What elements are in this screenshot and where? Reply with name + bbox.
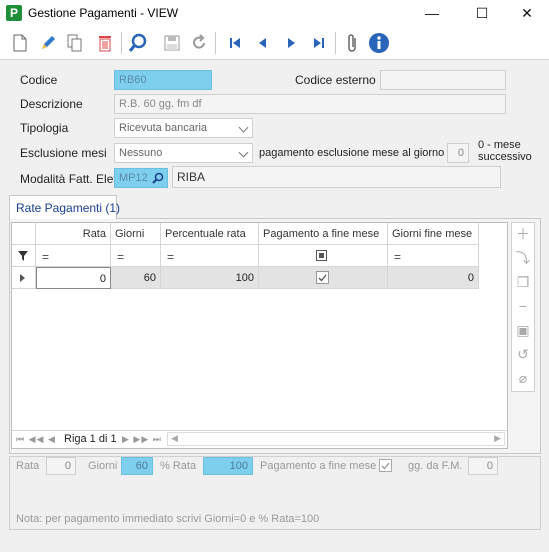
cell-giorni[interactable]: 60 (111, 267, 161, 289)
horizontal-scrollbar[interactable]: ◀ ▶ (167, 432, 505, 446)
filter-cell-fine-mese[interactable] (259, 245, 388, 267)
esclusione-value: Nessuno (119, 147, 163, 159)
filter-cell-giorni[interactable]: = (111, 245, 161, 267)
filter-checkbox[interactable] (316, 250, 327, 261)
first-record-icon[interactable] (224, 32, 246, 54)
delete-icon[interactable] (94, 32, 116, 54)
save-icon[interactable] (161, 32, 183, 54)
next-record-icon[interactable] (280, 32, 302, 54)
cell-fine-mese[interactable] (259, 267, 388, 289)
save-row-icon[interactable]: ▣ (512, 319, 534, 341)
info-icon[interactable] (368, 32, 390, 54)
modalita-description-field: RIBA (172, 166, 501, 188)
title-bar: P Gestione Pagamenti - VIEW — ☐ ✕ (0, 0, 549, 26)
new-icon[interactable] (9, 32, 31, 54)
codice-esterno-label: Codice esterno (295, 73, 376, 87)
esclusione-label: Esclusione mesi (20, 146, 107, 160)
codice-field[interactable]: RB60 (114, 70, 212, 90)
chevron-down-icon (238, 122, 249, 133)
app-logo-icon: P (6, 5, 22, 21)
copy-row-icon[interactable]: ❐ (512, 271, 534, 293)
checkmark-icon (381, 462, 390, 470)
pager-text: Riga 1 di 1 (64, 433, 117, 445)
toolbar (0, 26, 549, 60)
tipologia-label: Tipologia (20, 121, 69, 135)
pager-first-prev-icon[interactable]: ⏮ ◀◀ ◀ (16, 434, 56, 445)
undo-icon[interactable] (188, 32, 210, 54)
undo-row-icon[interactable]: ↺ (512, 343, 534, 365)
gg-fm-field[interactable]: 0 (468, 457, 498, 475)
last-record-icon[interactable] (308, 32, 330, 54)
descrizione-field[interactable]: R.B. 60 gg. fm df (114, 94, 506, 114)
codice-label: Codice (20, 73, 58, 87)
column-header-percentuale[interactable]: Percentuale rata (161, 223, 259, 245)
grid-pager: ⏮ ◀◀ ◀ Riga 1 di 1 ▶ ▶▶ ⏭ ◀ ▶ (12, 430, 507, 448)
pagamento-esclusione-field[interactable]: 0 (447, 143, 469, 163)
tipologia-value: Ricevuta bancaria (119, 122, 208, 134)
filter-cell-percentuale[interactable]: = (161, 245, 259, 267)
close-button[interactable]: ✕ (504, 0, 549, 26)
modalita-label: Modalità Fatt. Elet. (20, 172, 121, 186)
checkmark-icon (318, 274, 327, 282)
fine-mese-label: Pagamento a fine mese (260, 460, 377, 472)
cell-rata[interactable]: 0 (36, 267, 111, 289)
rate-grid: Rata Giorni Percentuale rata Pagamento a… (11, 222, 508, 449)
column-header-giorni-fine-mese[interactable]: Giorni fine mese (388, 223, 479, 245)
search-icon[interactable] (152, 172, 164, 184)
edit-icon[interactable] (37, 32, 59, 54)
row-indicator[interactable] (12, 267, 36, 289)
giorni-label: Giorni (88, 460, 118, 472)
filter-icon[interactable] (12, 245, 36, 267)
perc-rata-field[interactable]: 100 (203, 457, 253, 475)
rata-label: Rata (16, 460, 40, 472)
cell-giorni-fine-mese[interactable]: 0 (388, 267, 479, 289)
search-icon[interactable] (127, 32, 149, 54)
column-header-giorni[interactable]: Giorni (111, 223, 161, 245)
giorni-field[interactable]: 60 (121, 457, 153, 475)
attach-icon[interactable] (341, 32, 363, 54)
codice-esterno-field[interactable] (380, 70, 506, 90)
descrizione-label: Descrizione (20, 97, 83, 111)
filter-cell-rata[interactable]: = (36, 245, 111, 267)
filter-cell-giorni-fine-mese[interactable]: = (388, 245, 479, 267)
insert-row-icon[interactable]: ⤵ (512, 247, 534, 269)
pagamento-esclusione-label: pagamento esclusione mese al giorno (259, 147, 445, 159)
add-row-icon[interactable]: ＋ (512, 223, 534, 245)
previous-record-icon[interactable] (252, 32, 274, 54)
mese-successivo-label: 0 - mese successivo (478, 139, 532, 163)
fine-mese-footer-checkbox[interactable] (379, 459, 392, 472)
esclusione-select[interactable]: Nessuno (114, 143, 253, 163)
cell-percentuale[interactable]: 100 (161, 267, 259, 289)
chevron-down-icon (238, 147, 249, 158)
gg-fm-label: gg. da F.M. (408, 460, 463, 472)
window-title: Gestione Pagamenti - VIEW (28, 6, 179, 20)
payment-note: Nota: per pagamento immediato scrivi Gio… (16, 513, 320, 525)
grid-side-toolbar: ＋ ⤵ ❐ − ▣ ↺ ⌀ (511, 222, 535, 392)
maximize-button[interactable]: ☐ (459, 0, 505, 26)
tab-rate-pagamenti[interactable]: Rate Pagamenti (1) (9, 195, 120, 219)
attach-row-icon[interactable]: ⌀ (512, 367, 534, 389)
pager-next-last-icon[interactable]: ▶ ▶▶ ⏭ (122, 434, 162, 445)
rata-field[interactable]: 0 (46, 457, 76, 475)
tipologia-select[interactable]: Ricevuta bancaria (114, 118, 253, 138)
modalita-code-field[interactable]: MP12 (114, 168, 168, 188)
copy-icon[interactable] (64, 32, 86, 54)
column-header-rata[interactable]: Rata (36, 223, 111, 245)
remove-row-icon[interactable]: − (512, 295, 534, 317)
perc-rata-label: % Rata (160, 460, 197, 472)
modalita-code: MP12 (119, 172, 148, 184)
column-header-fine-mese[interactable]: Pagamento a fine mese (259, 223, 388, 245)
fine-mese-checkbox[interactable] (316, 271, 329, 284)
minimize-button[interactable]: — (409, 0, 455, 26)
